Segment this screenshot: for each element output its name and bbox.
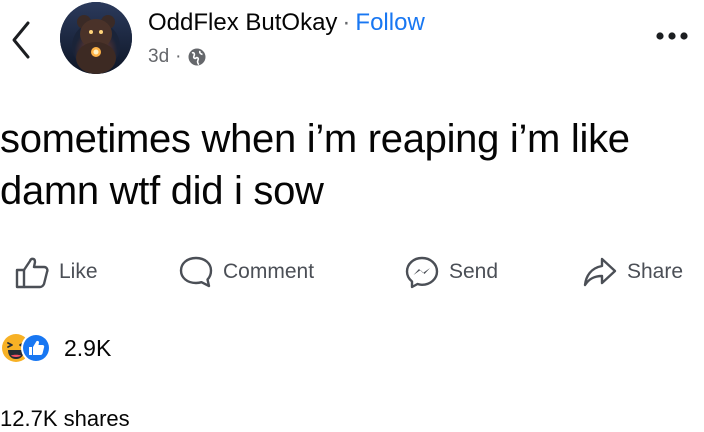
more-horizontal-icon [656, 32, 688, 40]
post-header: OddFlex ButOkay · Follow 3d · [0, 0, 704, 90]
avatar[interactable] [60, 2, 132, 74]
author-line: OddFlex ButOkay · Follow [148, 9, 425, 37]
post-card: OddFlex ButOkay · Follow 3d · sometimes wh… [0, 0, 704, 432]
globe-icon [188, 48, 206, 66]
author-name[interactable]: OddFlex ButOkay [148, 9, 337, 36]
comment-label: Comment [223, 260, 315, 283]
comment-bubble-icon [179, 256, 213, 288]
like-button[interactable]: Like [14, 250, 98, 294]
header-separator: · [342, 9, 351, 36]
share-label: Share [627, 260, 684, 283]
reaction-icons [0, 332, 54, 364]
post-meta: 3d · [148, 45, 207, 69]
like-emoji-icon [21, 333, 51, 363]
chevron-left-icon [12, 21, 30, 59]
post-text: sometimes when i’m reaping i’m like damn… [0, 117, 630, 213]
follow-button[interactable]: Follow [355, 9, 424, 36]
messenger-icon [405, 256, 439, 289]
avatar-image [60, 2, 132, 74]
shares-count[interactable]: 12.7K shares [0, 406, 130, 432]
reactions-summary[interactable]: 2.9K [0, 330, 111, 366]
action-bar: Like Comment Send Share [0, 250, 704, 294]
post-timestamp[interactable]: 3d [148, 45, 169, 69]
like-label: Like [59, 260, 98, 283]
more-options-button[interactable] [652, 24, 692, 48]
thumbs-up-icon [15, 257, 49, 289]
share-button[interactable]: Share [582, 250, 683, 294]
share-arrow-icon [583, 257, 617, 287]
comment-button[interactable]: Comment [178, 250, 314, 294]
send-label: Send [449, 260, 499, 283]
back-button[interactable] [4, 18, 38, 62]
meta-separator: · [175, 46, 182, 67]
reactions-count: 2.9K [64, 334, 112, 361]
send-button[interactable]: Send [404, 250, 498, 294]
